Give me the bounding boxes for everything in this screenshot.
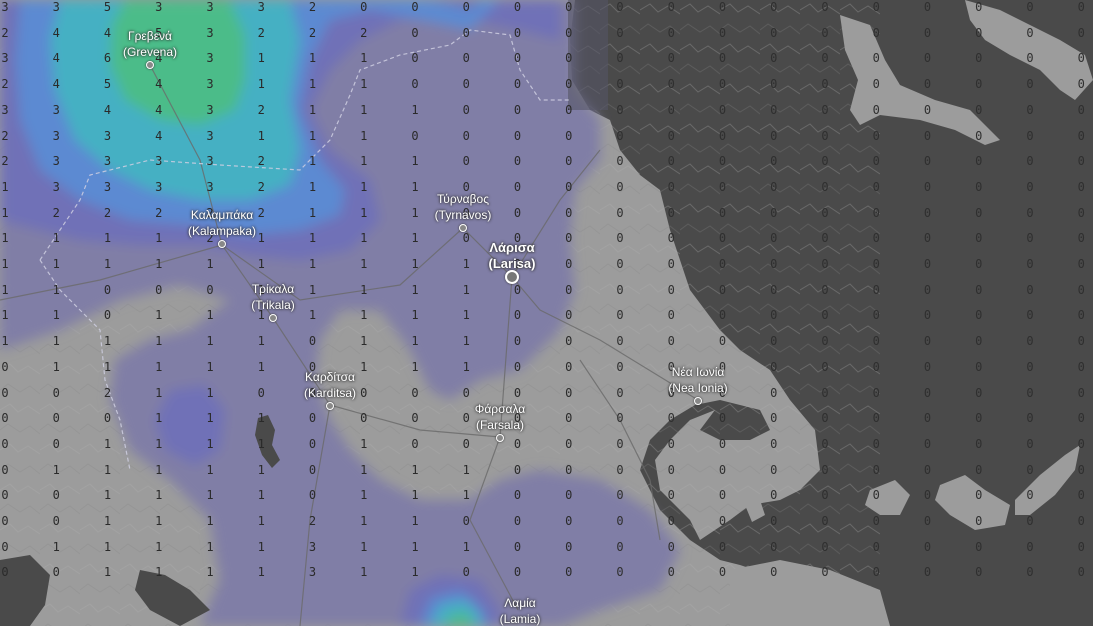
city-latin-name: (Kalampaka) [187,224,257,238]
city-latin-name: (Trikala) [251,298,295,312]
city-label-kalampaka[interactable]: Καλαμπάκα (Kalampaka) [188,207,256,239]
city-marker-trikala[interactable] [269,314,277,322]
city-name: Φάρσαλα [474,402,526,416]
city-latin-name: (Karditsa) [303,386,357,400]
city-label-larisa[interactable]: Λάρισα (Larisa) [489,240,536,272]
city-label-lamia[interactable]: Λαμία (Lamia) [500,595,541,626]
city-name: Λαμία [504,596,536,610]
city-name: Τρίκαλα [251,282,295,296]
city-label-farsala[interactable]: Φάρσαλα (Farsala) [475,401,525,433]
city-latin-name: (Lamia) [499,612,541,626]
city-marker-karditsa[interactable] [326,402,334,410]
city-latin-name: (Nea Ionia) [668,381,728,395]
city-label-tyrnavos[interactable]: Τύρναβος (Tyrnavos) [435,191,492,223]
city-label-trikala[interactable]: Τρίκαλα (Trikala) [251,281,295,313]
city-name: Καρδίτσα [305,370,355,384]
city-label-karditsa[interactable]: Καρδίτσα (Karditsa) [304,369,356,401]
city-label-grevena[interactable]: Γρεβενά (Grevena) [123,28,177,60]
city-name: Λάρισα [489,240,535,255]
city-marker-kalampaka[interactable] [218,240,226,248]
city-name: Γρεβενά [128,29,172,43]
city-marker-tyrnavos[interactable] [459,224,467,232]
city-label-nea-ionia[interactable]: Νέα Ιωνία (Nea Ionia) [668,364,727,396]
city-latin-name: (Tyrnavos) [434,208,492,222]
city-latin-name: (Farsala) [475,418,524,432]
city-marker-grevena[interactable] [146,61,154,69]
city-name: Τύρναβος [437,192,489,206]
city-name: Νέα Ιωνία [671,365,725,379]
precipitation-map[interactable]: 3353332000000000000000244532220000000000… [0,0,1093,626]
city-name: Καλαμπάκα [190,208,254,222]
city-marker-nea-ionia[interactable] [694,397,702,405]
city-marker-larisa[interactable] [505,270,519,284]
city-latin-name: (Grevena) [122,45,178,59]
city-marker-farsala[interactable] [496,434,504,442]
map-canvas [0,0,1093,626]
eastern-shade [568,0,608,110]
